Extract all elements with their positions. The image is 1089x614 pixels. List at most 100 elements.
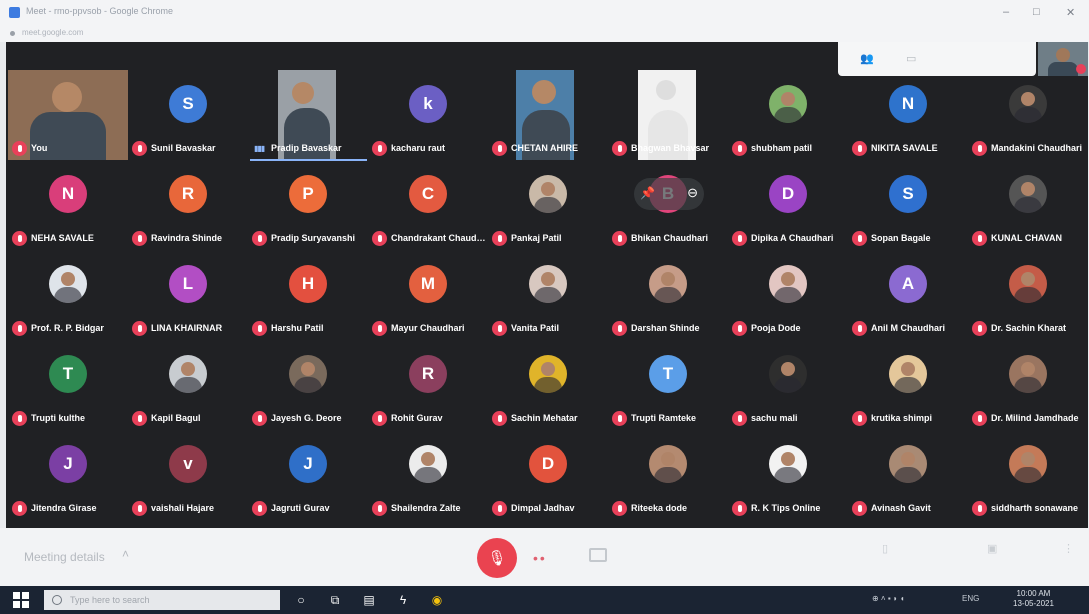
language-indicator[interactable]: ENG [962,594,979,603]
people-icon[interactable]: 👥 [860,52,874,65]
participant-tile[interactable]: Avinash Gavit [848,430,968,520]
chrome-icon[interactable]: ◉ [428,591,446,609]
participant-tile[interactable]: R. K Tips Online [728,430,848,520]
participant-tile[interactable]: You [8,70,128,160]
participant-tile[interactable]: Dr. Milind Jamdhade [968,340,1088,430]
participant-tile[interactable]: Jayesh G. Deore [248,340,368,430]
participant-tile[interactable]: v vaishali Hajare [128,430,248,520]
photo-body [1014,377,1042,393]
mic-off-button[interactable]: 🎙 [477,538,517,578]
participant-tile[interactable]: J Jagruti Gurav [248,430,368,520]
camera-button[interactable] [589,548,607,562]
mic-off-icon [732,411,747,426]
participant-tile[interactable]: N NEHA SAVALE [8,160,128,250]
chevron-up-icon[interactable]: ˄ [122,547,129,561]
participant-photo [1009,265,1047,303]
participant-name: Sachin Mehatar [511,413,578,423]
participant-tile[interactable]: M Mayur Chaudhari [368,250,488,340]
captions-icon[interactable]: ▯ [882,542,888,555]
participant-tile[interactable]: ▮▮▮ Pradip Bavaskar [248,70,368,161]
maximize-button[interactable]: □ [1033,6,1040,18]
tray-icons[interactable]: ⊕ ˄ ▪ ◗ ◖ [872,594,905,603]
participant-tile[interactable]: S Sopan Bagale [848,160,968,250]
chat-icon[interactable]: ▭ [906,52,916,65]
participant-tile[interactable]: Dr. Sachin Kharat [968,250,1088,340]
participant-tile[interactable]: k kacharu raut [368,70,488,160]
participant-tile[interactable]: Darshan Shinde [608,250,728,340]
participant-tile[interactable]: Shailendra Zalte [368,430,488,520]
photo-body [774,467,802,483]
participant-tile[interactable]: KUNAL CHAVAN [968,160,1088,250]
participant-name-row: Anil M Chaudhari [848,320,968,338]
minimize-button[interactable]: – [1003,6,1009,18]
participant-tile[interactable]: L LINA KHAIRNAR [128,250,248,340]
participant-tile[interactable]: sachu mali [728,340,848,430]
participant-tile[interactable]: R Rohit Gurav [368,340,488,430]
participant-name: Prof. R. P. Bidgar [31,323,104,333]
participant-tile[interactable]: siddharth sonawane [968,430,1088,520]
participant-name-row: Trupti Ramteke [608,410,728,428]
participant-tile[interactable]: Vanita Patil [488,250,608,340]
present-icon[interactable]: ▣ [987,542,997,555]
participant-name: krutika shimpi [871,413,933,423]
participant-tile[interactable]: Riteeka dode [608,430,728,520]
participant-tile[interactable]: D Dipika A Chaudhari [728,160,848,250]
participant-tile[interactable]: N NIKITA SAVALE [848,70,968,160]
participant-name: Jayesh G. Deore [271,413,342,423]
participant-tile[interactable]: Bhagwan Bhavsar [608,70,728,160]
participant-name: Trupti Ramteke [631,413,697,423]
taskbar-search[interactable]: Type here to search [44,590,280,610]
task-view-icon[interactable]: ⧉ [326,591,344,609]
mic-off-icon [12,231,27,246]
participant-tile[interactable]: krutika shimpi [848,340,968,430]
address-bar[interactable]: meet.google.com [0,26,1089,42]
participant-tile[interactable]: Pooja Dode [728,250,848,340]
participant-name-row: Rohit Gurav [368,410,488,428]
participant-tile[interactable]: A Anil M Chaudhari [848,250,968,340]
participant-tile[interactable]: Sachin Mehatar [488,340,608,430]
participant-tile[interactable]: Pankaj Patil [488,160,608,250]
participant-avatar: C [409,175,447,213]
participant-tile[interactable]: S Sunil Bavaskar [128,70,248,160]
photo-body [894,377,922,393]
app-icon[interactable]: ϟ [394,591,412,609]
cortana-icon[interactable]: ○ [292,591,310,609]
more-options-icon[interactable]: ⋮ [1063,542,1074,555]
participant-tile[interactable]: B📌⊖Bhikan Chaudhari [608,160,728,250]
participant-name-row: CHETAN AHIRE [488,140,608,158]
end-call-button[interactable]: •• [533,550,547,566]
participant-tile[interactable]: Kapil Bagul [128,340,248,430]
pin-icon[interactable]: 📌 [640,186,655,200]
participant-tile[interactable]: shubham patil [728,70,848,160]
video-face [52,82,82,112]
photo-body [534,197,562,213]
close-button[interactable]: ✕ [1066,6,1075,19]
photo-face [181,362,195,376]
participant-tile[interactable]: T Trupti kulthe [8,340,128,430]
meeting-details-button[interactable]: Meeting details [24,550,105,564]
participant-tile[interactable]: T Trupti Ramteke [608,340,728,430]
participant-tile[interactable]: H Harshu Patil [248,250,368,340]
participant-name: Ravindra Shinde [151,233,223,243]
participant-tile[interactable]: P Pradip Suryavanshi [248,160,368,250]
participant-tile[interactable]: D Dimpal Jadhav [488,430,608,520]
participant-tile[interactable]: Mandakini Chaudhari [968,70,1088,160]
participant-name-row: Dr. Sachin Kharat [968,320,1088,338]
file-explorer-icon[interactable]: ▤ [360,591,378,609]
windows-start-button[interactable] [13,592,29,608]
photo-face [1021,362,1035,376]
participant-name-row: Jitendra Girase [8,500,128,518]
mic-off-icon [252,231,267,246]
participant-tile[interactable]: J Jitendra Girase [8,430,128,520]
participant-tile[interactable]: C Chandrakant Chaudhari [368,160,488,250]
speaking-indicator-icon: ▮▮▮ [254,144,265,153]
remove-icon[interactable]: ⊖ [687,185,698,201]
participant-tile[interactable]: CHETAN AHIRE [488,70,608,160]
participant-name: Pradip Suryavanshi [271,233,356,243]
mic-off-icon [492,501,507,516]
photo-face [781,272,795,286]
participant-tile[interactable]: Prof. R. P. Bidgar [8,250,128,340]
taskbar-clock[interactable]: 10:00 AM 13-05-2021 [1013,589,1054,609]
participant-tile[interactable]: R Ravindra Shinde [128,160,248,250]
photo-face [781,92,795,106]
